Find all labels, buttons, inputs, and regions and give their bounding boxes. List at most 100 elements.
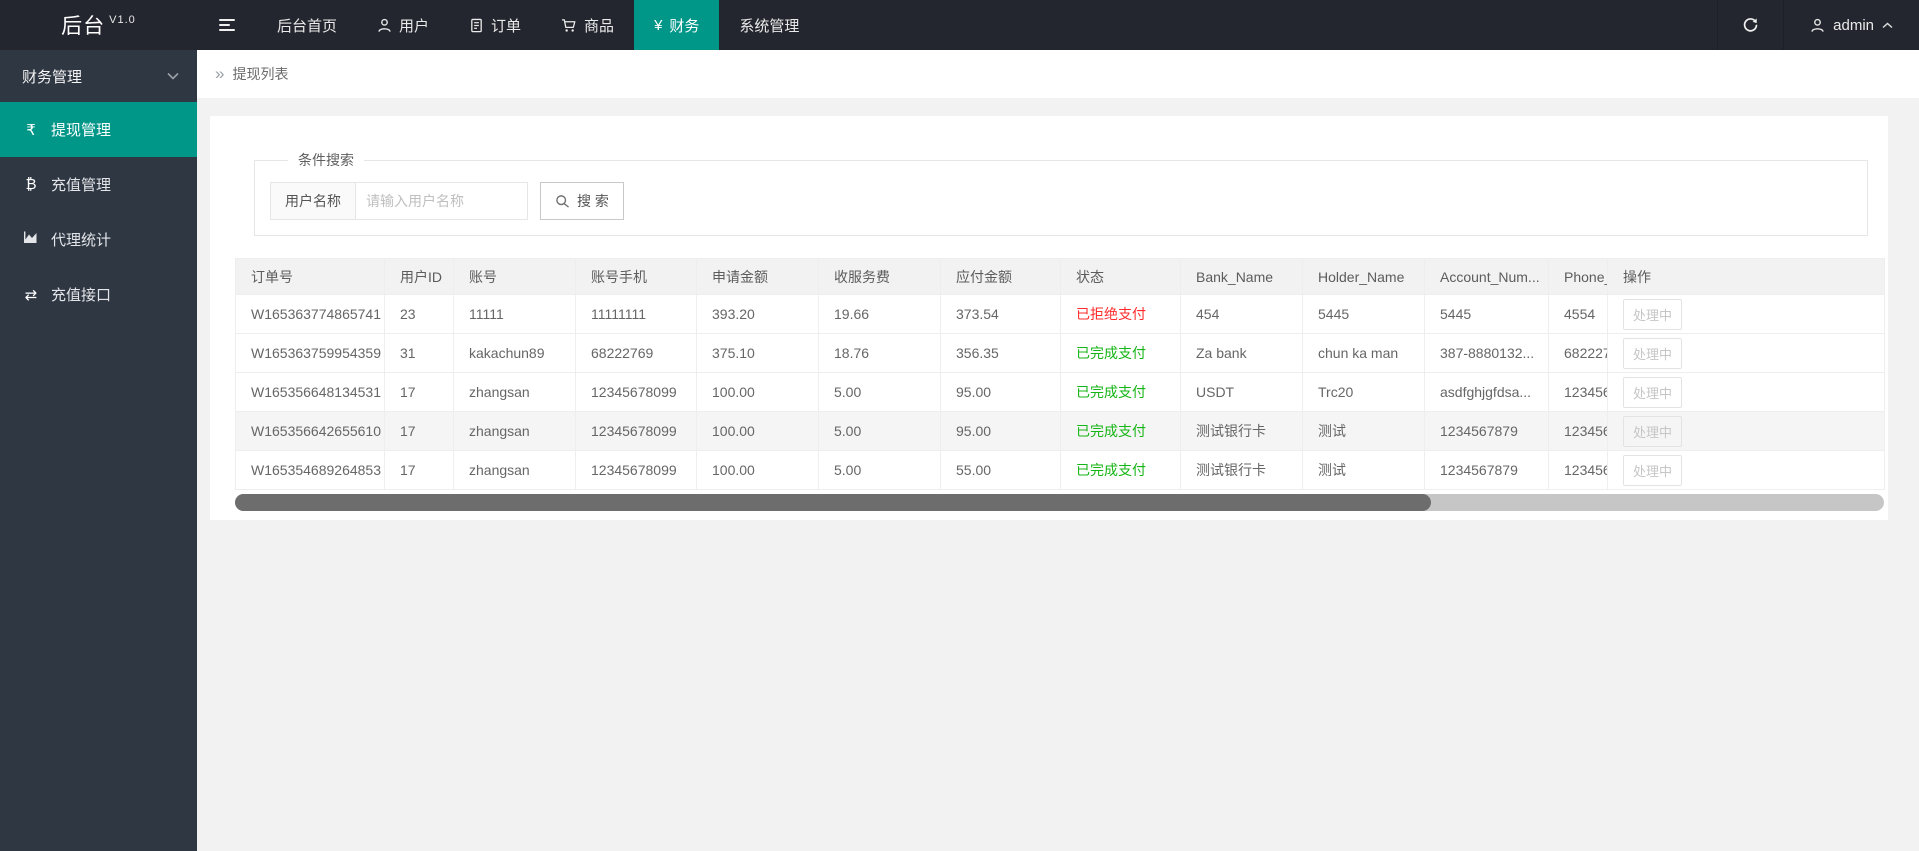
- area-chart-icon: [22, 231, 40, 248]
- sidebar-item-withdraw[interactable]: ₹ 提现管理: [0, 102, 197, 157]
- cell-actions: 处理中: [1608, 373, 1885, 412]
- cell-payable-amount: 95.00: [941, 412, 1061, 451]
- cell-actions: 处理中: [1608, 334, 1885, 373]
- sidebar: 财务管理 ₹ 提现管理 ₿ 充值管理 代理统计 ⇄ 充值接口: [0, 50, 197, 851]
- cell-service-fee: 5.00: [819, 373, 941, 412]
- cell-account-num: 5445: [1425, 295, 1549, 334]
- processing-button[interactable]: 处理中: [1623, 299, 1682, 330]
- cell-account: kakachun89: [454, 334, 576, 373]
- cart-icon: [561, 18, 577, 33]
- status-badge: 已完成支付: [1061, 451, 1181, 490]
- user-icon: [377, 18, 392, 33]
- page-title: 提现列表: [232, 64, 288, 84]
- nav-item-home[interactable]: 后台首页: [257, 0, 357, 50]
- cell-account: zhangsan: [454, 451, 576, 490]
- nav-users-label: 用户: [399, 15, 429, 36]
- cell-account-phone: 68222769: [576, 334, 697, 373]
- username-field-label: 用户名称: [270, 182, 356, 220]
- cell-bank-name: 测试银行卡: [1181, 451, 1303, 490]
- document-icon: [469, 18, 484, 33]
- cell-service-fee: 18.76: [819, 334, 941, 373]
- version-label: V1.0: [109, 14, 136, 26]
- processing-button[interactable]: 处理中: [1623, 416, 1682, 447]
- cell-payable-amount: 95.00: [941, 373, 1061, 412]
- admin-username: admin: [1833, 17, 1874, 34]
- username-input[interactable]: [356, 182, 528, 220]
- rupee-icon: ₹: [22, 121, 40, 139]
- processing-button[interactable]: 处理中: [1623, 455, 1682, 486]
- hamburger-icon: [219, 19, 235, 31]
- col-holder-name: Holder_Name: [1303, 259, 1425, 295]
- sidebar-toggle-button[interactable]: [197, 0, 257, 50]
- search-button-label: 搜 索: [577, 191, 609, 211]
- table-row: W165363759954359 31 kakachun89 68222769 …: [236, 334, 1885, 373]
- nav-item-finance[interactable]: ¥ 财务: [634, 0, 719, 50]
- cell-apply-amount: 100.00: [697, 451, 819, 490]
- sidebar-group-finance[interactable]: 财务管理: [0, 50, 197, 102]
- cell-phone-num: 6822276: [1549, 334, 1608, 373]
- col-service-fee: 收服务费: [819, 259, 941, 295]
- cell-holder-name: 测试: [1303, 451, 1425, 490]
- cell-service-fee: 5.00: [819, 451, 941, 490]
- cell-account-num: 1234567879: [1425, 412, 1549, 451]
- processing-button[interactable]: 处理中: [1623, 338, 1682, 369]
- col-account: 账号: [454, 259, 576, 295]
- col-user-id: 用户ID: [385, 259, 454, 295]
- nav-item-system[interactable]: 系统管理: [719, 0, 819, 50]
- nav-system-label: 系统管理: [739, 15, 799, 36]
- sidebar-item-recharge[interactable]: ₿ 充值管理: [0, 157, 197, 212]
- scrollbar-thumb[interactable]: [235, 494, 1431, 511]
- col-phone-num: Phone_Num: [1549, 259, 1608, 295]
- cell-account: zhangsan: [454, 373, 576, 412]
- cell-user-id: 23: [385, 295, 454, 334]
- top-nav: 后台首页 用户 订单 商品 ¥ 财务 系统管理: [197, 0, 819, 50]
- sidebar-withdraw-label: 提现管理: [51, 119, 111, 140]
- refresh-button[interactable]: [1717, 0, 1783, 50]
- cell-holder-name: 测试: [1303, 412, 1425, 451]
- cell-service-fee: 19.66: [819, 295, 941, 334]
- sidebar-recharge-api-label: 充值接口: [51, 284, 111, 305]
- admin-menu[interactable]: admin: [1783, 0, 1919, 50]
- nav-finance-label: 财务: [669, 15, 699, 36]
- nav-orders-label: 订单: [491, 15, 521, 36]
- cell-apply-amount: 375.10: [697, 334, 819, 373]
- status-badge: 已拒绝支付: [1061, 295, 1181, 334]
- search-button[interactable]: 搜 索: [540, 182, 624, 220]
- col-status: 状态: [1061, 259, 1181, 295]
- yen-icon: ¥: [654, 17, 662, 34]
- cell-user-id: 17: [385, 412, 454, 451]
- cell-apply-amount: 393.20: [697, 295, 819, 334]
- processing-button[interactable]: 处理中: [1623, 377, 1682, 408]
- content-card: 条件搜索 用户名称 搜 索: [210, 116, 1888, 520]
- nav-item-orders[interactable]: 订单: [449, 0, 541, 50]
- cell-apply-amount: 100.00: [697, 412, 819, 451]
- topbar: 后台 V1.0 后台首页 用户 订单 商品 ¥: [0, 0, 1919, 50]
- cell-bank-name: 测试银行卡: [1181, 412, 1303, 451]
- sidebar-item-agent-stats[interactable]: 代理统计: [0, 212, 197, 267]
- nav-products-label: 商品: [584, 15, 614, 36]
- table-row: W165363774865741 23 11111 11111111 393.2…: [236, 295, 1885, 334]
- sidebar-item-recharge-api[interactable]: ⇄ 充值接口: [0, 267, 197, 322]
- cell-account: zhangsan: [454, 412, 576, 451]
- cell-account-phone: 12345678099: [576, 451, 697, 490]
- cell-account-num: 1234567879: [1425, 451, 1549, 490]
- sidebar-recharge-label: 充值管理: [51, 174, 111, 195]
- nav-home-label: 后台首页: [277, 15, 337, 36]
- cell-order-no: W165363774865741: [236, 295, 385, 334]
- nav-item-products[interactable]: 商品: [541, 0, 634, 50]
- cell-payable-amount: 356.35: [941, 334, 1061, 373]
- nav-item-users[interactable]: 用户: [357, 0, 449, 50]
- cell-actions: 处理中: [1608, 412, 1885, 451]
- col-bank-name: Bank_Name: [1181, 259, 1303, 295]
- col-actions: 操作: [1608, 259, 1885, 295]
- table-row: W165356642655610 17 zhangsan 12345678099…: [236, 412, 1885, 451]
- cell-payable-amount: 373.54: [941, 295, 1061, 334]
- cell-order-no: W165363759954359: [236, 334, 385, 373]
- horizontal-scrollbar[interactable]: [235, 494, 1884, 511]
- sidebar-agent-stats-label: 代理统计: [51, 229, 111, 250]
- table-row: W165354689264853 17 zhangsan 12345678099…: [236, 451, 1885, 490]
- cell-account-phone: 12345678099: [576, 373, 697, 412]
- cell-order-no: W165356648134531: [236, 373, 385, 412]
- swap-arrows-icon: ⇄: [22, 286, 40, 304]
- cell-account-num: asdfghjgfdsa...: [1425, 373, 1549, 412]
